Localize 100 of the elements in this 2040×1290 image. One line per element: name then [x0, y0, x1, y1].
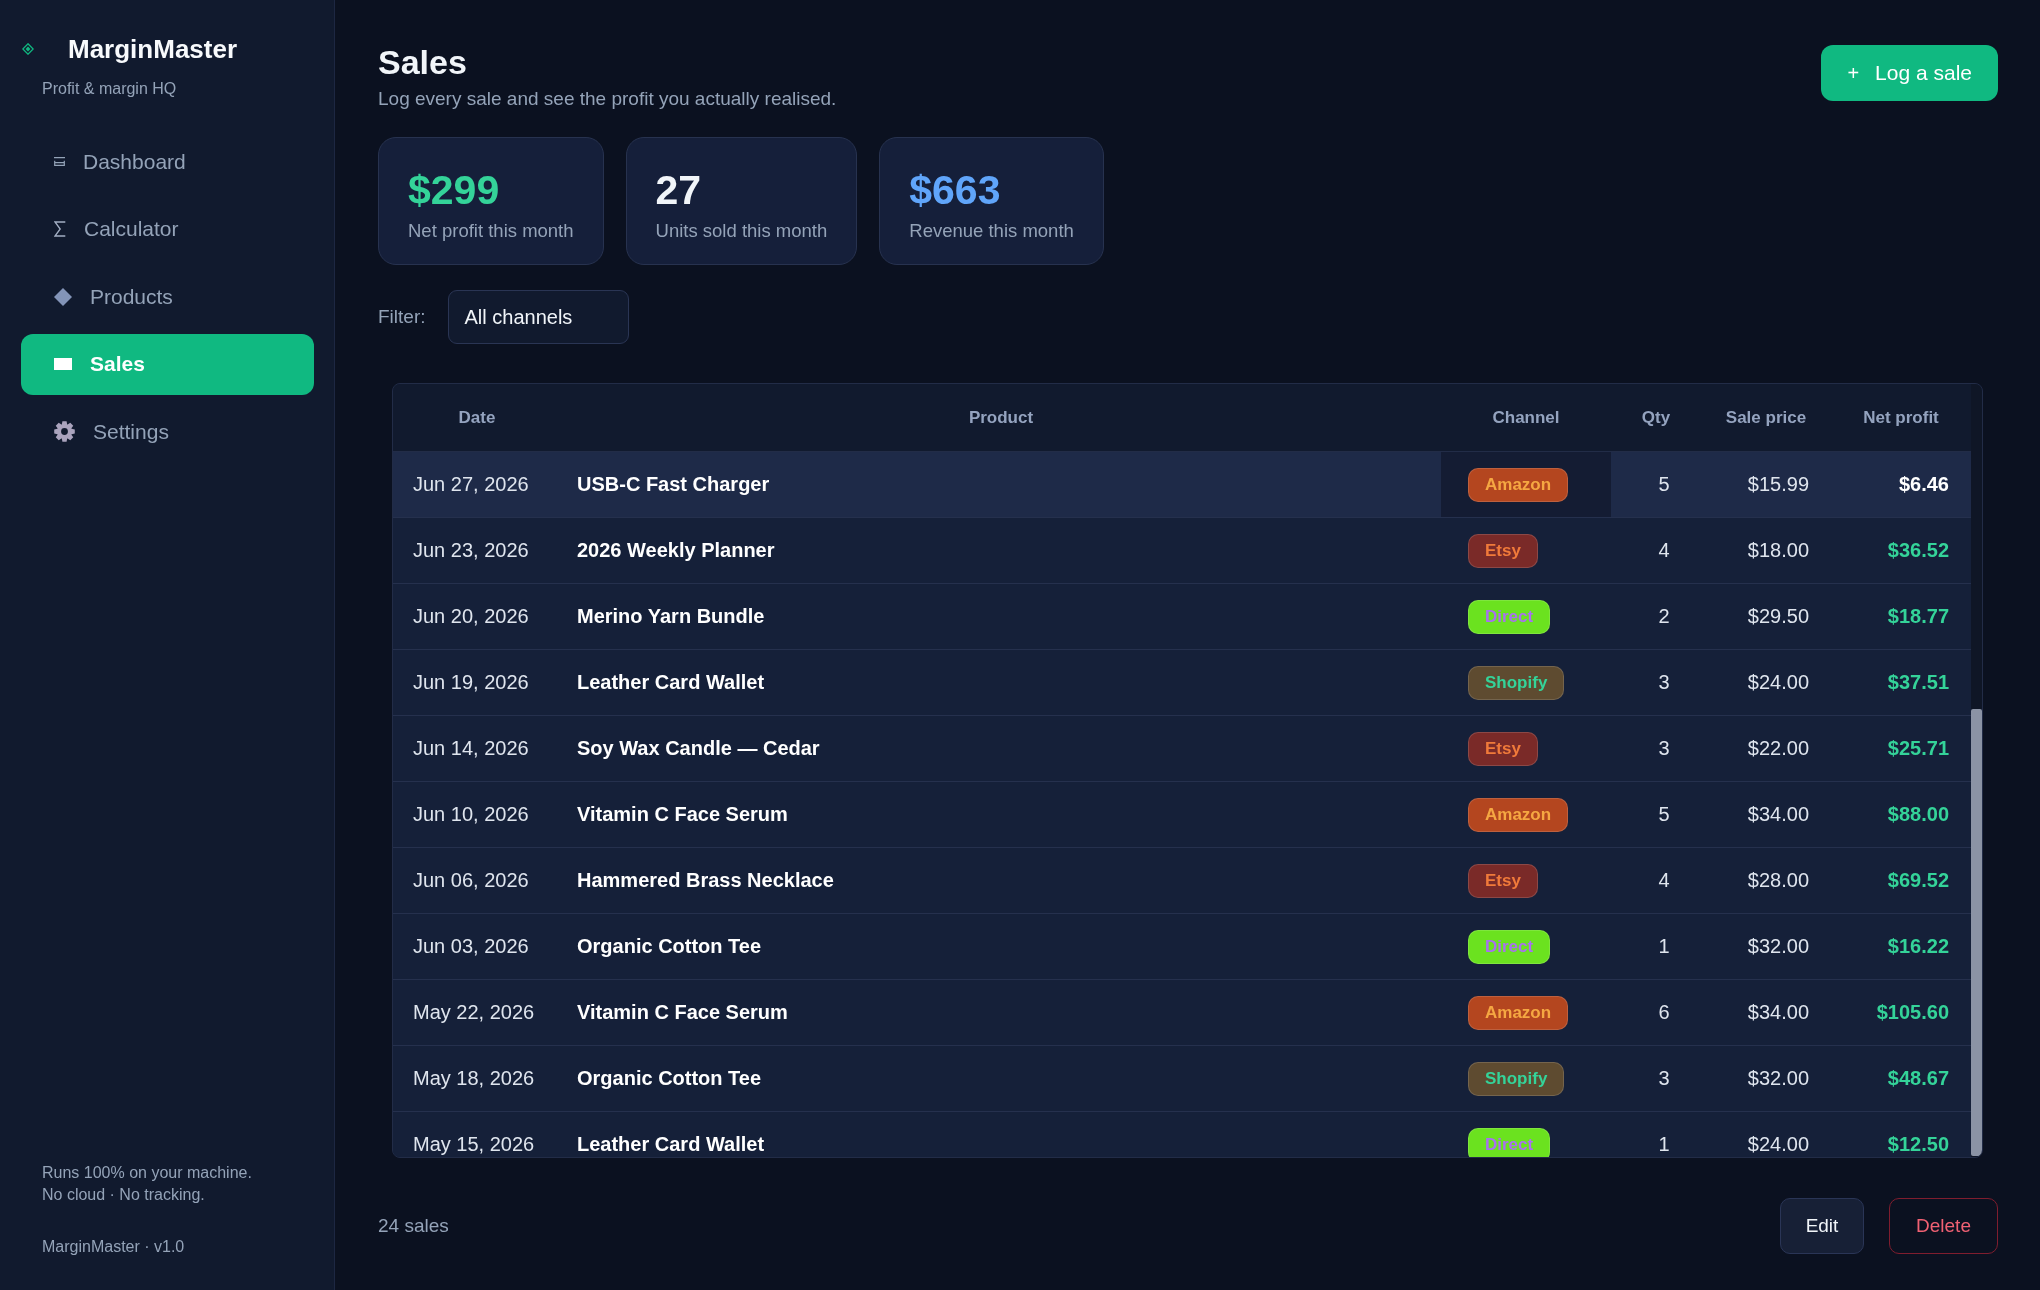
qty-cell-text: 2: [1657, 604, 1671, 629]
qty-cell-text: 1: [1657, 1132, 1671, 1157]
page-title: Sales: [378, 42, 468, 83]
price-cell-text: $29.50: [1746, 604, 1810, 629]
nav-item[interactable]: Calculator: [21, 198, 314, 260]
footer-note: No cloud · No tracking.: [42, 1185, 206, 1205]
price-cell-text: $32.00: [1746, 934, 1810, 959]
date-cell-text: May 22, 2026: [412, 1000, 536, 1025]
date-cell-text: Jun 27, 2026: [412, 472, 530, 497]
column-header: Product: [967, 406, 1035, 429]
nav-item[interactable]: Dashboard: [21, 131, 314, 192]
date-cell-text: Jun 10, 2026: [412, 802, 530, 827]
price-cell-text: $24.00: [1746, 1132, 1810, 1157]
scrollbar-thumb[interactable]: [1971, 709, 1982, 1156]
rectangle-icon: [54, 358, 72, 370]
price-cell-text: $15.99: [1746, 472, 1810, 497]
column-header: Sale price: [1724, 406, 1808, 429]
qty-cell-text: 4: [1657, 868, 1671, 893]
stat-label: Units sold this month: [655, 219, 828, 242]
lines-icon: [54, 157, 65, 166]
stat-label: Net profit this month: [408, 219, 574, 242]
price-cell-text: $22.00: [1746, 736, 1810, 761]
app-tagline: Profit & margin HQ: [41, 79, 178, 99]
sigma-icon: [54, 221, 66, 237]
product-cell-text: 2026 Weekly Planner: [576, 538, 776, 563]
qty-cell-text: 3: [1657, 1066, 1671, 1091]
column-header: Date: [457, 406, 497, 429]
channel-name: Direct: [1485, 606, 1534, 627]
channel-name: Amazon: [1485, 1002, 1552, 1023]
footer-note: Runs 100% on your machine.: [42, 1163, 253, 1183]
product-cell-text: Leather Card Wallet: [576, 1132, 766, 1157]
column-header: Qty: [1640, 406, 1672, 429]
delete-button[interactable]: Delete: [1889, 1198, 1998, 1254]
sale-count: 24 sales: [378, 1215, 449, 1237]
profit-cell-text: $6.46: [1897, 472, 1950, 497]
diamond-icon: [54, 287, 72, 306]
page-subtitle: Log every sale and see the profit you actually realised.: [378, 87, 837, 111]
gear-icon: [54, 421, 75, 442]
stat-value: $663: [909, 166, 1002, 214]
channel-name: Amazon: [1485, 474, 1552, 495]
stat-value: $299: [408, 166, 501, 214]
column-header: Net profit: [1862, 406, 1940, 429]
product-cell-text: Vitamin C Face Serum: [576, 1000, 789, 1025]
profit-cell-text: $69.52: [1886, 868, 1950, 893]
qty-cell-text: 3: [1657, 670, 1671, 695]
qty-cell-text: 3: [1657, 736, 1671, 761]
date-cell-text: Jun 03, 2026: [412, 934, 530, 959]
edit-button[interactable]: Edit: [1780, 1198, 1864, 1254]
stat-value: 27: [655, 166, 703, 214]
qty-cell-text: 5: [1657, 472, 1671, 497]
channel-name: Etsy: [1485, 540, 1521, 561]
date-cell-text: Jun 06, 2026: [412, 868, 530, 893]
profit-cell-text: $12.50: [1886, 1132, 1950, 1157]
filter-label: Filter:: [378, 306, 426, 328]
profit-cell-text: $48.67: [1886, 1066, 1950, 1091]
date-cell-text: Jun 14, 2026: [412, 736, 530, 761]
profit-cell-text: $36.52: [1886, 538, 1950, 563]
qty-cell-text: 6: [1657, 1000, 1671, 1025]
product-cell-text: Organic Cotton Tee: [576, 1066, 763, 1091]
channel-filter-select[interactable]: All channels: [447, 290, 629, 344]
diamond-logo-icon: [22, 43, 34, 55]
channel-name: Shopify: [1485, 1068, 1548, 1089]
date-cell-text: Jun 19, 2026: [412, 670, 530, 695]
nav-item[interactable]: Settings: [21, 401, 314, 462]
table-row[interactable]: Jun 27, 2026 USB-C Fast Charger Amazon 5 $15.99 $6.46: [393, 452, 1971, 518]
channel-name: Direct: [1485, 936, 1534, 957]
qty-cell-text: 5: [1657, 802, 1671, 827]
qty-cell-text: 1: [1657, 934, 1671, 959]
stat-label: Revenue this month: [909, 219, 1074, 242]
price-cell-text: $34.00: [1746, 1000, 1810, 1025]
profit-cell-text: $25.71: [1886, 736, 1950, 761]
channel-name: Amazon: [1485, 804, 1552, 825]
product-cell-text: Soy Wax Candle — Cedar: [576, 736, 821, 761]
qty-cell-text: 4: [1657, 538, 1671, 563]
channel-name: Direct: [1485, 1134, 1534, 1155]
product-cell-text: Vitamin C Face Serum: [576, 802, 789, 827]
profit-cell-text: $16.22: [1886, 934, 1950, 959]
product-cell-text: Hammered Brass Necklace: [576, 868, 835, 893]
profit-cell-text: $88.00: [1886, 802, 1950, 827]
product-cell-text: Organic Cotton Tee: [576, 934, 763, 959]
nav-item[interactable]: Products: [21, 266, 314, 327]
price-cell-text: $18.00: [1746, 538, 1810, 563]
channel-name: Etsy: [1485, 870, 1521, 891]
channel-name: Shopify: [1485, 672, 1548, 693]
price-cell-text: $34.00: [1746, 802, 1810, 827]
version-label: MarginMaster · v1.0: [42, 1237, 186, 1257]
price-cell-text: $24.00: [1746, 670, 1810, 695]
price-cell-text: $32.00: [1746, 1066, 1810, 1091]
channel-name: Etsy: [1485, 738, 1521, 759]
date-cell-text: Jun 20, 2026: [412, 604, 530, 629]
app-name: MarginMaster: [68, 33, 238, 65]
date-cell-text: May 18, 2026: [412, 1066, 536, 1091]
date-cell-text: Jun 23, 2026: [412, 538, 530, 563]
profit-cell-text: $37.51: [1886, 670, 1950, 695]
price-cell-text: $28.00: [1746, 868, 1810, 893]
date-cell-text: May 15, 2026: [412, 1132, 536, 1157]
product-cell-text: Leather Card Wallet: [576, 670, 766, 695]
profit-cell-text: $105.60: [1875, 1000, 1950, 1025]
product-cell-text: Merino Yarn Bundle: [576, 604, 766, 629]
product-cell-text: USB-C Fast Charger: [576, 472, 771, 497]
